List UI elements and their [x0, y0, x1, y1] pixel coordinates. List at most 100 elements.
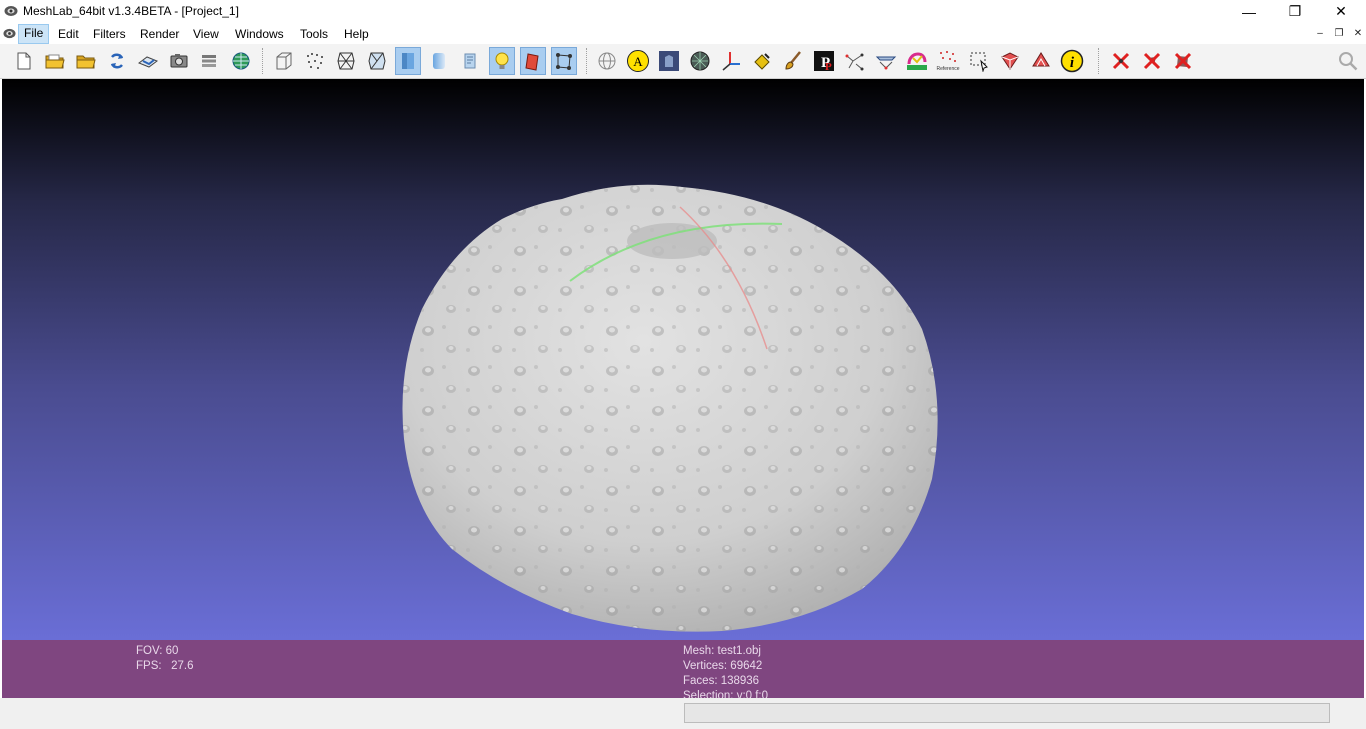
info-button[interactable]: i	[1059, 47, 1085, 75]
quality-icon	[907, 52, 927, 70]
reload-icon	[110, 53, 124, 69]
svg-text:A: A	[633, 54, 643, 69]
menu-edit[interactable]: Edit	[53, 25, 84, 43]
select-vertices-icon	[970, 52, 988, 72]
title-bar: MeshLab_64bit v1.3.4BETA - [Project_1] —…	[0, 0, 1366, 23]
restore-button[interactable]: ❐	[1272, 0, 1318, 23]
menu-help[interactable]: Help	[339, 25, 374, 43]
select-connected-button[interactable]	[1028, 47, 1054, 75]
menu-file[interactable]: File	[18, 24, 50, 44]
export-mesh-button[interactable]	[135, 47, 161, 75]
svg-text:P: P	[825, 61, 832, 72]
menu-view[interactable]: View	[188, 25, 224, 43]
toolbar-separator	[586, 48, 589, 74]
points-icon	[307, 53, 323, 69]
brush-button[interactable]	[780, 47, 806, 75]
3d-viewport[interactable]	[2, 79, 1364, 640]
texture-param-icon	[659, 51, 679, 71]
hiddenlines-button[interactable]	[364, 47, 390, 75]
minimize-icon: —	[1242, 3, 1256, 20]
select-connected-icon	[1032, 52, 1050, 67]
toolbar-separator	[262, 48, 265, 74]
snapshot-button[interactable]	[166, 47, 192, 75]
reload-button[interactable]	[104, 47, 130, 75]
mdi-restore-icon: ❐	[1334, 27, 1344, 39]
info-icon: i	[1060, 49, 1084, 73]
mdi-close-icon: ✕	[1353, 27, 1363, 39]
manipulator-icon	[598, 52, 616, 70]
hiddenlines-icon	[368, 52, 386, 70]
close-icon: ✕	[1335, 3, 1347, 19]
smooth-button[interactable]	[426, 47, 452, 75]
mesh-name-label: Mesh: test1.obj	[683, 645, 761, 657]
axis-button[interactable]	[718, 47, 744, 75]
restore-icon: ❐	[1288, 3, 1302, 19]
fov-label: FOV: 60	[136, 645, 179, 657]
open-project-icon	[45, 54, 65, 69]
layers-button[interactable]	[196, 47, 222, 75]
texture-icon	[464, 53, 476, 69]
mdi-minimize-button[interactable]: –	[1312, 26, 1328, 40]
vertex-normals-icon	[556, 53, 572, 70]
delete-faces-button[interactable]	[1139, 47, 1165, 75]
mdi-close-button[interactable]: ✕	[1350, 26, 1366, 40]
status-bar	[0, 698, 1366, 729]
flat-button[interactable]	[395, 47, 421, 75]
mdi-restore-button[interactable]: ❐	[1331, 26, 1347, 40]
light-button[interactable]	[489, 47, 515, 75]
bounding-box-button[interactable]	[271, 47, 297, 75]
label-button[interactable]: A	[625, 47, 651, 75]
search-button[interactable]	[1335, 47, 1361, 75]
select-faces-icon	[1001, 52, 1019, 70]
meshlab-logo-icon	[4, 6, 18, 16]
minimize-button[interactable]: —	[1226, 0, 1272, 23]
smooth-icon	[433, 53, 445, 69]
mesh-render	[402, 184, 938, 632]
delete-all-icon	[1174, 52, 1192, 70]
face-normals-icon	[525, 53, 539, 71]
wireframe-button[interactable]	[333, 47, 359, 75]
faces-label: Faces: 138936	[683, 675, 760, 687]
reference-icon: Reference	[936, 51, 960, 72]
vertex-normals-button[interactable]	[551, 47, 577, 75]
bounding-box-icon	[276, 52, 292, 70]
globe-button[interactable]	[228, 47, 254, 75]
menu-tools[interactable]: Tools	[295, 25, 333, 43]
measure-button[interactable]	[873, 47, 899, 75]
menu-windows[interactable]: Windows	[230, 25, 289, 43]
quality-button[interactable]	[904, 47, 930, 75]
delete-faces-icon	[1143, 52, 1161, 70]
painted-mesh-icon	[690, 51, 710, 71]
face-normals-button[interactable]	[520, 47, 546, 75]
align-button[interactable]	[842, 47, 868, 75]
reference-button[interactable]: Reference	[935, 47, 961, 75]
open-project-button[interactable]	[42, 47, 68, 75]
menu-render[interactable]: Render	[135, 25, 184, 43]
painted-mesh-button[interactable]	[687, 47, 713, 75]
info-panel: FOV: 60 FPS: 27.6 Mesh: test1.obj Vertic…	[2, 640, 1364, 698]
vertices-label: Vertices: 69642	[683, 660, 763, 672]
toolbar: A PP Reference i	[0, 44, 1366, 79]
paint-bucket-button[interactable]	[749, 47, 775, 75]
import-mesh-icon	[76, 55, 96, 69]
axis-icon	[722, 52, 740, 71]
mdi-system-menu-icon[interactable]	[3, 27, 16, 40]
delete-all-button[interactable]	[1170, 47, 1196, 75]
new-project-button[interactable]	[11, 47, 37, 75]
menu-bar: File Edit Filters Render View Windows To…	[0, 23, 1366, 44]
texture-button[interactable]	[457, 47, 483, 75]
texture-param-button[interactable]	[656, 47, 682, 75]
delete-vertices-button[interactable]	[1108, 47, 1134, 75]
close-button[interactable]: ✕	[1318, 0, 1364, 23]
pickpoints-button[interactable]: PP	[811, 47, 837, 75]
new-project-icon	[17, 52, 31, 70]
menu-filters[interactable]: Filters	[88, 25, 131, 43]
search-icon	[1339, 52, 1358, 71]
points-button[interactable]	[302, 47, 328, 75]
brush-icon	[785, 51, 801, 70]
manipulator-button[interactable]	[594, 47, 620, 75]
select-faces-button[interactable]	[997, 47, 1023, 75]
import-mesh-button[interactable]	[73, 47, 99, 75]
select-vertices-button[interactable]	[966, 47, 992, 75]
align-icon	[845, 53, 864, 71]
